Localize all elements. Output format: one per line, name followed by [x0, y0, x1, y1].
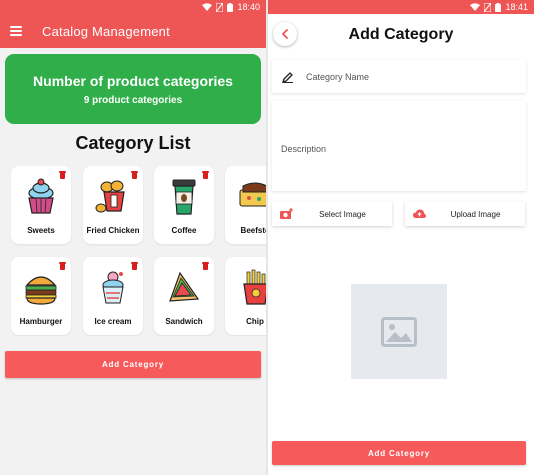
status-bar: 18:41: [268, 0, 534, 14]
category-label: Coffee: [171, 226, 197, 235]
status-bar: 18:40: [0, 0, 266, 14]
category-label: Ice cream: [94, 317, 132, 326]
page-title: Add Category: [348, 26, 454, 43]
category-card[interactable]: Fried Chicken: [83, 166, 143, 244]
delete-icon[interactable]: [131, 262, 138, 270]
add-photo-icon: [280, 208, 293, 219]
add-category-button[interactable]: Add Category: [5, 351, 261, 378]
back-button[interactable]: [273, 22, 297, 46]
delete-icon[interactable]: [59, 262, 66, 270]
cloud-upload-icon: [413, 209, 426, 218]
select-image-button[interactable]: Select Image: [272, 202, 392, 226]
category-label: Sandwich: [165, 317, 203, 326]
app-title: Catalog Management: [42, 23, 170, 39]
category-card[interactable]: Ice cream: [83, 257, 143, 335]
category-card[interactable]: Hamburger: [11, 257, 71, 335]
category-card[interactable]: Chip: [225, 257, 266, 335]
ice-cream-icon: [102, 271, 124, 304]
category-card[interactable]: Beefste: [225, 166, 266, 244]
category-name-field[interactable]: [272, 60, 526, 93]
image-preview: [351, 284, 447, 379]
category-label: Beefste: [240, 226, 266, 235]
pencil-icon: [282, 71, 293, 83]
description-input[interactable]: [281, 144, 511, 158]
sandwich-icon: [169, 271, 200, 302]
coffee-cup-icon: [172, 179, 196, 215]
fried-chicken-icon: [95, 180, 125, 213]
steak-icon: [239, 182, 266, 207]
no-sim-icon: [484, 2, 492, 12]
select-image-label: Select Image: [319, 209, 366, 219]
header: Add Category: [268, 14, 534, 56]
add-category-submit-button[interactable]: Add Category: [272, 441, 526, 465]
battery-icon: [495, 2, 502, 12]
delete-icon[interactable]: [202, 171, 209, 179]
wifi-icon: [470, 3, 481, 11]
category-card[interactable]: Coffee: [154, 166, 214, 244]
delete-icon[interactable]: [202, 262, 209, 270]
wifi-icon: [202, 3, 213, 11]
category-name-input[interactable]: [306, 71, 506, 82]
category-list-title: Category List: [75, 133, 191, 153]
category-card[interactable]: Sandwich: [154, 257, 214, 335]
hamburger-icon: [25, 276, 57, 305]
category-label: Chip: [246, 317, 264, 326]
category-label: Hamburger: [19, 317, 63, 326]
image-placeholder-icon: [381, 316, 417, 347]
battery-icon: [227, 2, 234, 12]
no-sim-icon: [216, 2, 224, 12]
stats-subtitle: 9 product categories: [83, 94, 183, 106]
delete-icon[interactable]: [131, 171, 138, 179]
category-label: Sweets: [27, 226, 55, 235]
category-grid: Sweets Fried Chicken Coffee Beefst Hambu…: [11, 166, 266, 336]
upload-image-button[interactable]: Upload Image: [405, 202, 525, 226]
fries-icon: [243, 269, 266, 305]
menu-icon[interactable]: [10, 26, 22, 36]
category-label: Fried Chicken: [86, 226, 140, 235]
category-count-card: Number of product categories 9 product c…: [5, 54, 261, 124]
app-bar: Catalog Management: [0, 14, 266, 48]
category-card[interactable]: Sweets: [11, 166, 71, 244]
status-time: 18:41: [505, 2, 528, 12]
cupcake-icon: [28, 178, 54, 214]
status-time: 18:40: [237, 2, 260, 12]
chevron-left-icon: [282, 29, 288, 39]
add-category-screen: 18:41 Add Category Select Image Upload I…: [268, 0, 534, 475]
description-field[interactable]: [272, 101, 526, 191]
stats-title: Number of product categories: [33, 72, 233, 89]
upload-image-label: Upload Image: [450, 209, 501, 219]
catalog-screen: 18:40 Catalog Management Number of produ…: [0, 0, 266, 475]
delete-icon[interactable]: [59, 171, 66, 179]
